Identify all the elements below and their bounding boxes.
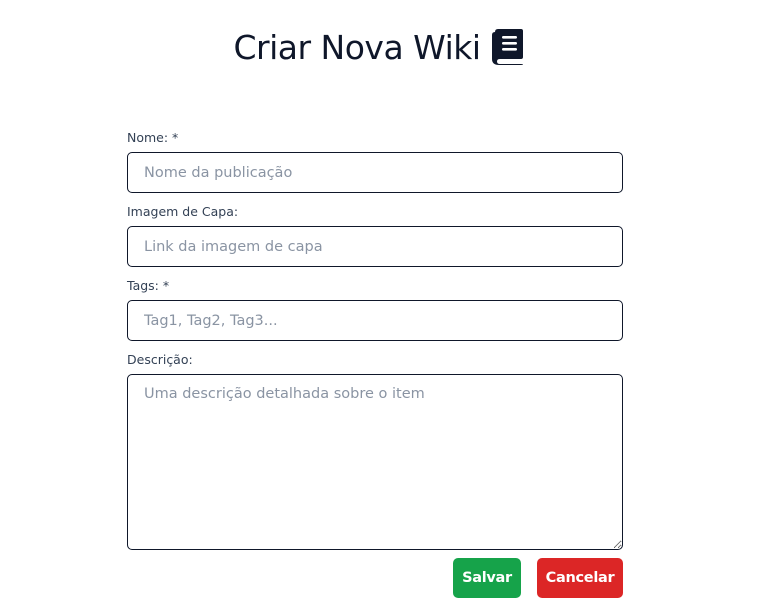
tags-input[interactable]	[127, 300, 623, 341]
cover-image-input[interactable]	[127, 226, 623, 267]
description-textarea[interactable]	[127, 374, 623, 550]
cancel-button[interactable]: Cancelar	[537, 558, 623, 598]
tags-label: Tags: *	[127, 278, 170, 293]
save-button[interactable]: Salvar	[453, 558, 521, 598]
page-title: Criar Nova Wiki	[233, 27, 481, 67]
book-icon	[491, 28, 524, 66]
cover-image-label: Imagem de Capa:	[127, 204, 239, 219]
create-wiki-form: Nome: * Imagem de Capa: Tags: * Descriçã…	[127, 130, 623, 550]
description-label: Descrição:	[127, 352, 193, 367]
name-input[interactable]	[127, 152, 623, 193]
form-actions: Salvar Cancelar	[127, 558, 623, 598]
name-label: Nome: *	[127, 130, 179, 145]
page-header: Criar Nova Wiki	[0, 24, 757, 70]
